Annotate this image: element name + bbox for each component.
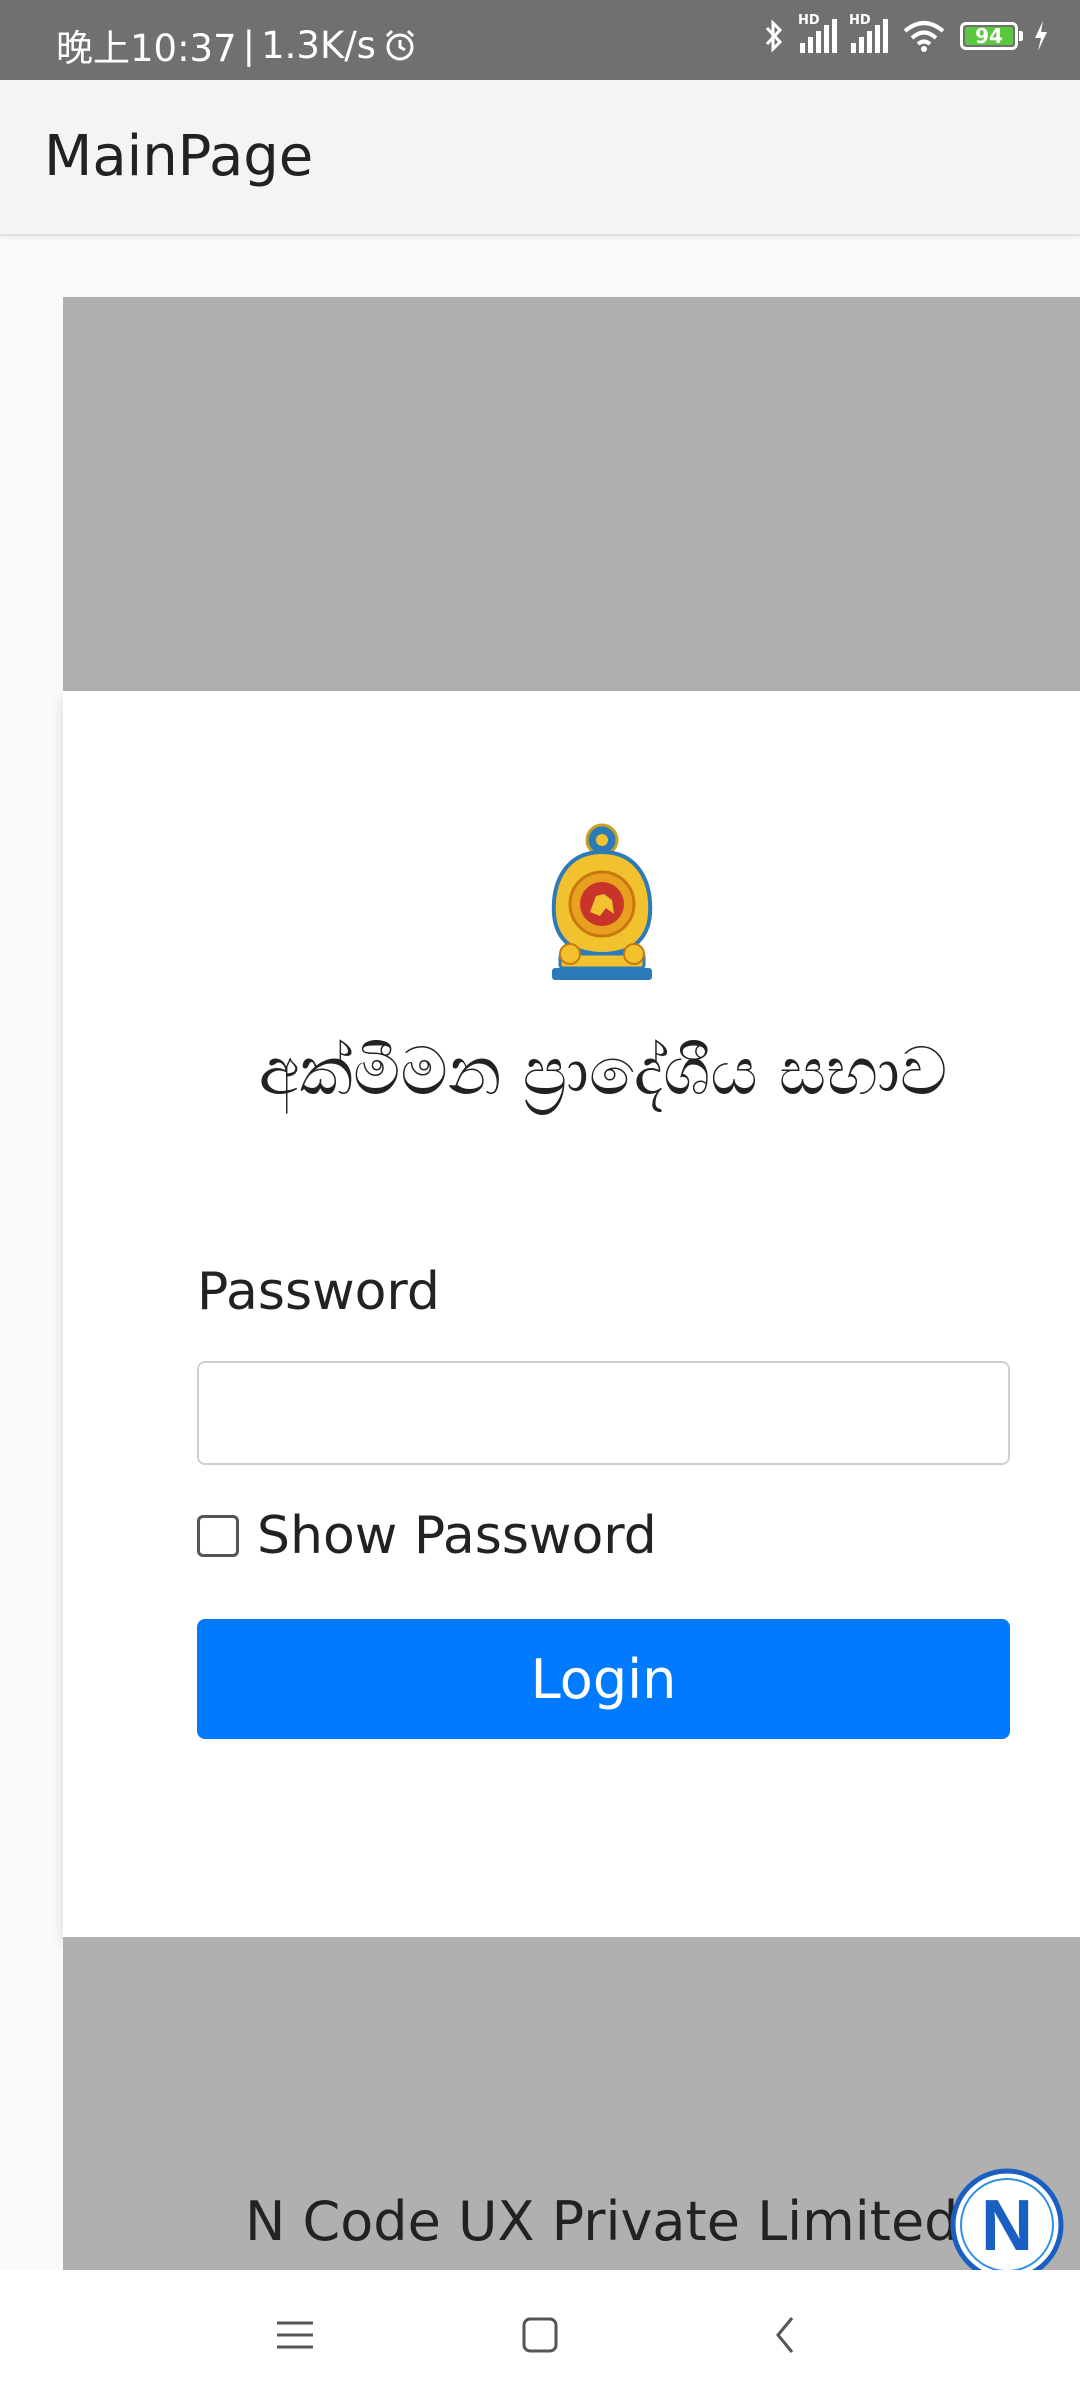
signal-hd-label: HD [849,13,871,28]
sri-lanka-emblem-logo [551,823,653,980]
home-icon [522,2317,558,2353]
bluetooth-icon [765,19,783,53]
alarm-icon [385,29,415,61]
password-label: Password [197,1262,440,1322]
show-password-checkbox[interactable] [197,1515,239,1557]
status-left: 晚上10:37 | 1.3K/s [56,18,418,72]
password-input[interactable] [197,1361,1010,1465]
wifi-icon [903,21,945,52]
status-right: HD HD 94 [762,13,1050,54]
signal-icon: HD [798,13,837,53]
signal-hd-label: HD [798,13,820,28]
hero-banner-top [63,297,1080,691]
show-password-label: Show Password [257,1506,657,1566]
company-name: N Code UX Private Limited [245,2190,959,2253]
show-password-toggle[interactable]: Show Password [197,1506,657,1566]
home-button[interactable] [505,2300,575,2370]
status-bar: 晚上10:37 | 1.3K/s HD HD 94 [0,0,1080,80]
page-title: MainPage [44,124,314,189]
navigation-bar [0,2270,1080,2400]
signal-icon: HD [849,13,888,53]
network-speed: 1.3K/s [261,23,376,67]
back-button[interactable] [750,2300,820,2370]
organization-title: අක්මීමන ප්‍රාදේශීය සභාව [258,1033,948,1110]
app-bar: MainPage [0,80,1080,236]
status-time: 晚上10:37 [56,27,237,70]
battery-level: 94 [975,24,1003,48]
status-separator: | [242,23,256,67]
menu-button[interactable] [260,2300,330,2370]
charging-icon [1035,21,1047,51]
n-code-logo: N [950,2168,1064,2282]
menu-icon [277,2321,313,2349]
battery-icon: 94 [960,22,1023,50]
logo-letter: N [981,2186,1033,2266]
back-icon [776,2317,794,2353]
login-button[interactable]: Login [197,1619,1010,1739]
